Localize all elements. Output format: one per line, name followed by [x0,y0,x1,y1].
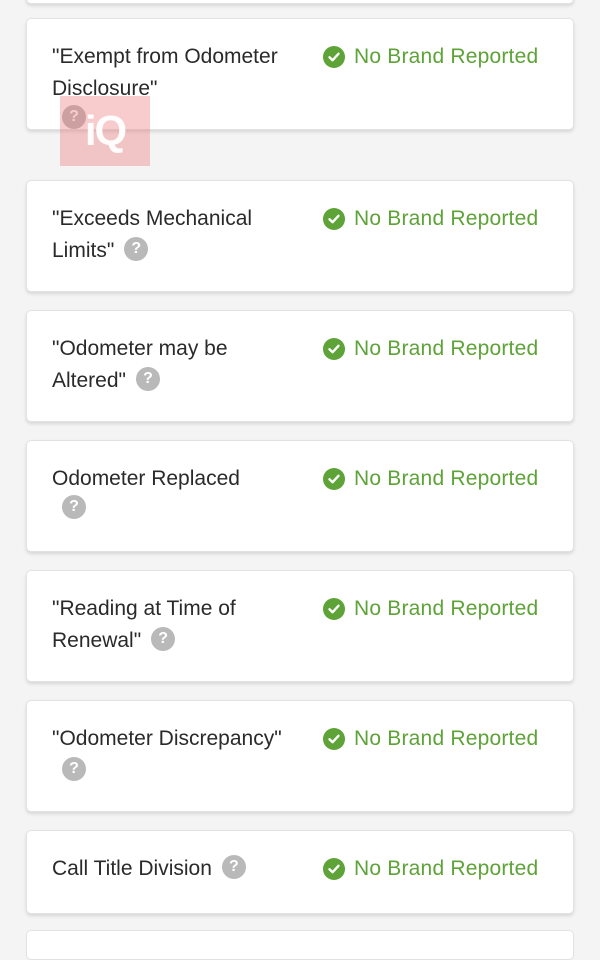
brand-status: No Brand Reported [323,337,538,361]
check-circle-icon [323,468,345,490]
brand-status-text: No Brand Reported [354,467,539,490]
brand-label-group: Odometer Replaced ? [52,463,292,521]
check-circle-icon [323,858,345,880]
brand-card-odometer-may-be-altered: "Odometer may be Altered"? No Brand Repo… [26,310,574,422]
check-circle-icon [323,338,345,360]
check-circle-icon [323,728,345,750]
question-circle-icon[interactable]: ? [221,855,246,880]
brand-check-list: "Exempt from Odometer Disclosure" ? No B… [0,0,600,960]
brand-card-odometer-discrepancy: "Odometer Discrepancy"? No Brand Reporte… [26,700,574,812]
brand-status-text: No Brand Reported [354,727,539,750]
brand-label: Odometer Replaced [52,467,240,490]
brand-label: "Exceeds Mechanical Limits" [52,207,253,262]
brand-label-group: "Exceeds Mechanical Limits"? [52,203,292,267]
brand-status: No Brand Reported [323,597,538,621]
brand-status-text: No Brand Reported [354,207,539,230]
brand-status: No Brand Reported [323,727,538,751]
brand-card-odometer-replaced: Odometer Replaced ? No Brand Reported [26,440,574,552]
question-circle-icon[interactable]: ? [124,237,149,262]
brand-label: Call Title Division [52,857,212,880]
brand-card-call-title-division: Call Title Division? No Brand Reported [26,830,574,914]
brand-label-group: "Odometer may be Altered"? [52,333,292,397]
brand-label: "Reading at Time of Renewal" [52,597,236,652]
brand-status: No Brand Reported [323,467,538,491]
brand-status: No Brand Reported [323,857,538,881]
brand-status-text: No Brand Reported [354,597,539,620]
question-circle-icon[interactable]: ? [62,495,86,519]
brand-label-group: Call Title Division? [52,853,292,885]
brand-status: No Brand Reported [323,45,538,69]
question-circle-icon[interactable]: ? [151,627,176,652]
check-circle-icon [323,46,345,68]
brand-status-text: No Brand Reported [354,337,539,360]
brand-card-exceeds-mechanical-limits: "Exceeds Mechanical Limits"? No Brand Re… [26,180,574,292]
brand-label: "Odometer Discrepancy" [52,727,282,750]
brand-label-group: "Odometer Discrepancy"? [52,723,292,787]
next-card-partial [26,930,574,960]
question-circle-icon[interactable]: ? [136,367,160,392]
brand-label: "Exempt from Odometer Disclosure" [52,45,278,100]
brand-status-text: No Brand Reported [354,857,539,880]
brand-status: No Brand Reported [323,207,538,231]
check-circle-icon [323,208,345,230]
watermark-logo: iQ [60,96,150,166]
check-circle-icon [323,598,345,620]
question-circle-icon[interactable]: ? [62,757,86,782]
previous-card-partial [26,0,574,4]
brand-label-group: "Reading at Time of Renewal"? [52,593,292,657]
brand-card-reading-at-time-of-renewal: "Reading at Time of Renewal"? No Brand R… [26,570,574,682]
brand-status-text: No Brand Reported [354,45,539,68]
